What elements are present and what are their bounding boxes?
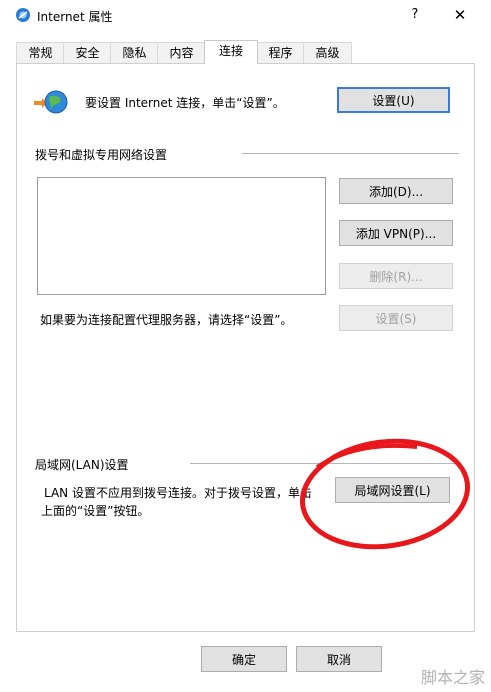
watermark: 脚本之家 — [420, 668, 485, 687]
lan-description-line2: 上面的“设置”按钮。 — [41, 504, 150, 518]
tab-programs[interactable]: 程序 — [256, 42, 305, 63]
add-connection-button[interactable]: 添加(D)... — [339, 178, 453, 204]
connections-list[interactable] — [37, 177, 326, 295]
proxy-hint-text: 如果要为连接配置代理服务器，请选择“设置”。 — [40, 313, 293, 327]
network-globe-icon — [34, 90, 68, 114]
remove-button[interactable]: 删除(R)... — [339, 263, 453, 289]
cancel-button[interactable]: 取消 — [296, 646, 382, 672]
tab-content[interactable]: 内容 — [157, 42, 206, 63]
lan-divider — [190, 463, 459, 464]
dialup-divider — [242, 153, 459, 154]
ok-button[interactable]: 确定 — [201, 646, 287, 672]
settings-button[interactable]: 设置(S) — [339, 305, 453, 331]
lan-heading: 局域网(LAN)设置 — [35, 458, 129, 472]
window-title: Internet 属性 — [37, 10, 113, 24]
title-bar: Internet 属性 ? ✕ — [0, 0, 491, 32]
tab-security[interactable]: 安全 — [63, 42, 112, 63]
help-button[interactable]: ? — [405, 5, 425, 25]
setup-button[interactable]: 设置(U) — [337, 87, 450, 113]
dialup-heading: 拨号和虚拟专用网络设置 — [35, 148, 168, 162]
internet-explorer-icon — [16, 8, 30, 22]
internet-setup-text: 要设置 Internet 连接，单击“设置”。 — [85, 96, 285, 110]
lan-description-line1: LAN 设置不应用到拨号连接。对于拨号设置，单击 — [44, 486, 312, 500]
tab-connections[interactable]: 连接 — [204, 40, 258, 64]
add-vpn-button[interactable]: 添加 VPN(P)... — [339, 220, 453, 246]
tab-general[interactable]: 常规 — [16, 42, 65, 63]
tab-privacy[interactable]: 隐私 — [110, 42, 159, 63]
tab-advanced[interactable]: 高级 — [303, 42, 352, 63]
lan-settings-button[interactable]: 局域网设置(L) — [335, 477, 450, 503]
close-button[interactable]: ✕ — [448, 4, 472, 26]
